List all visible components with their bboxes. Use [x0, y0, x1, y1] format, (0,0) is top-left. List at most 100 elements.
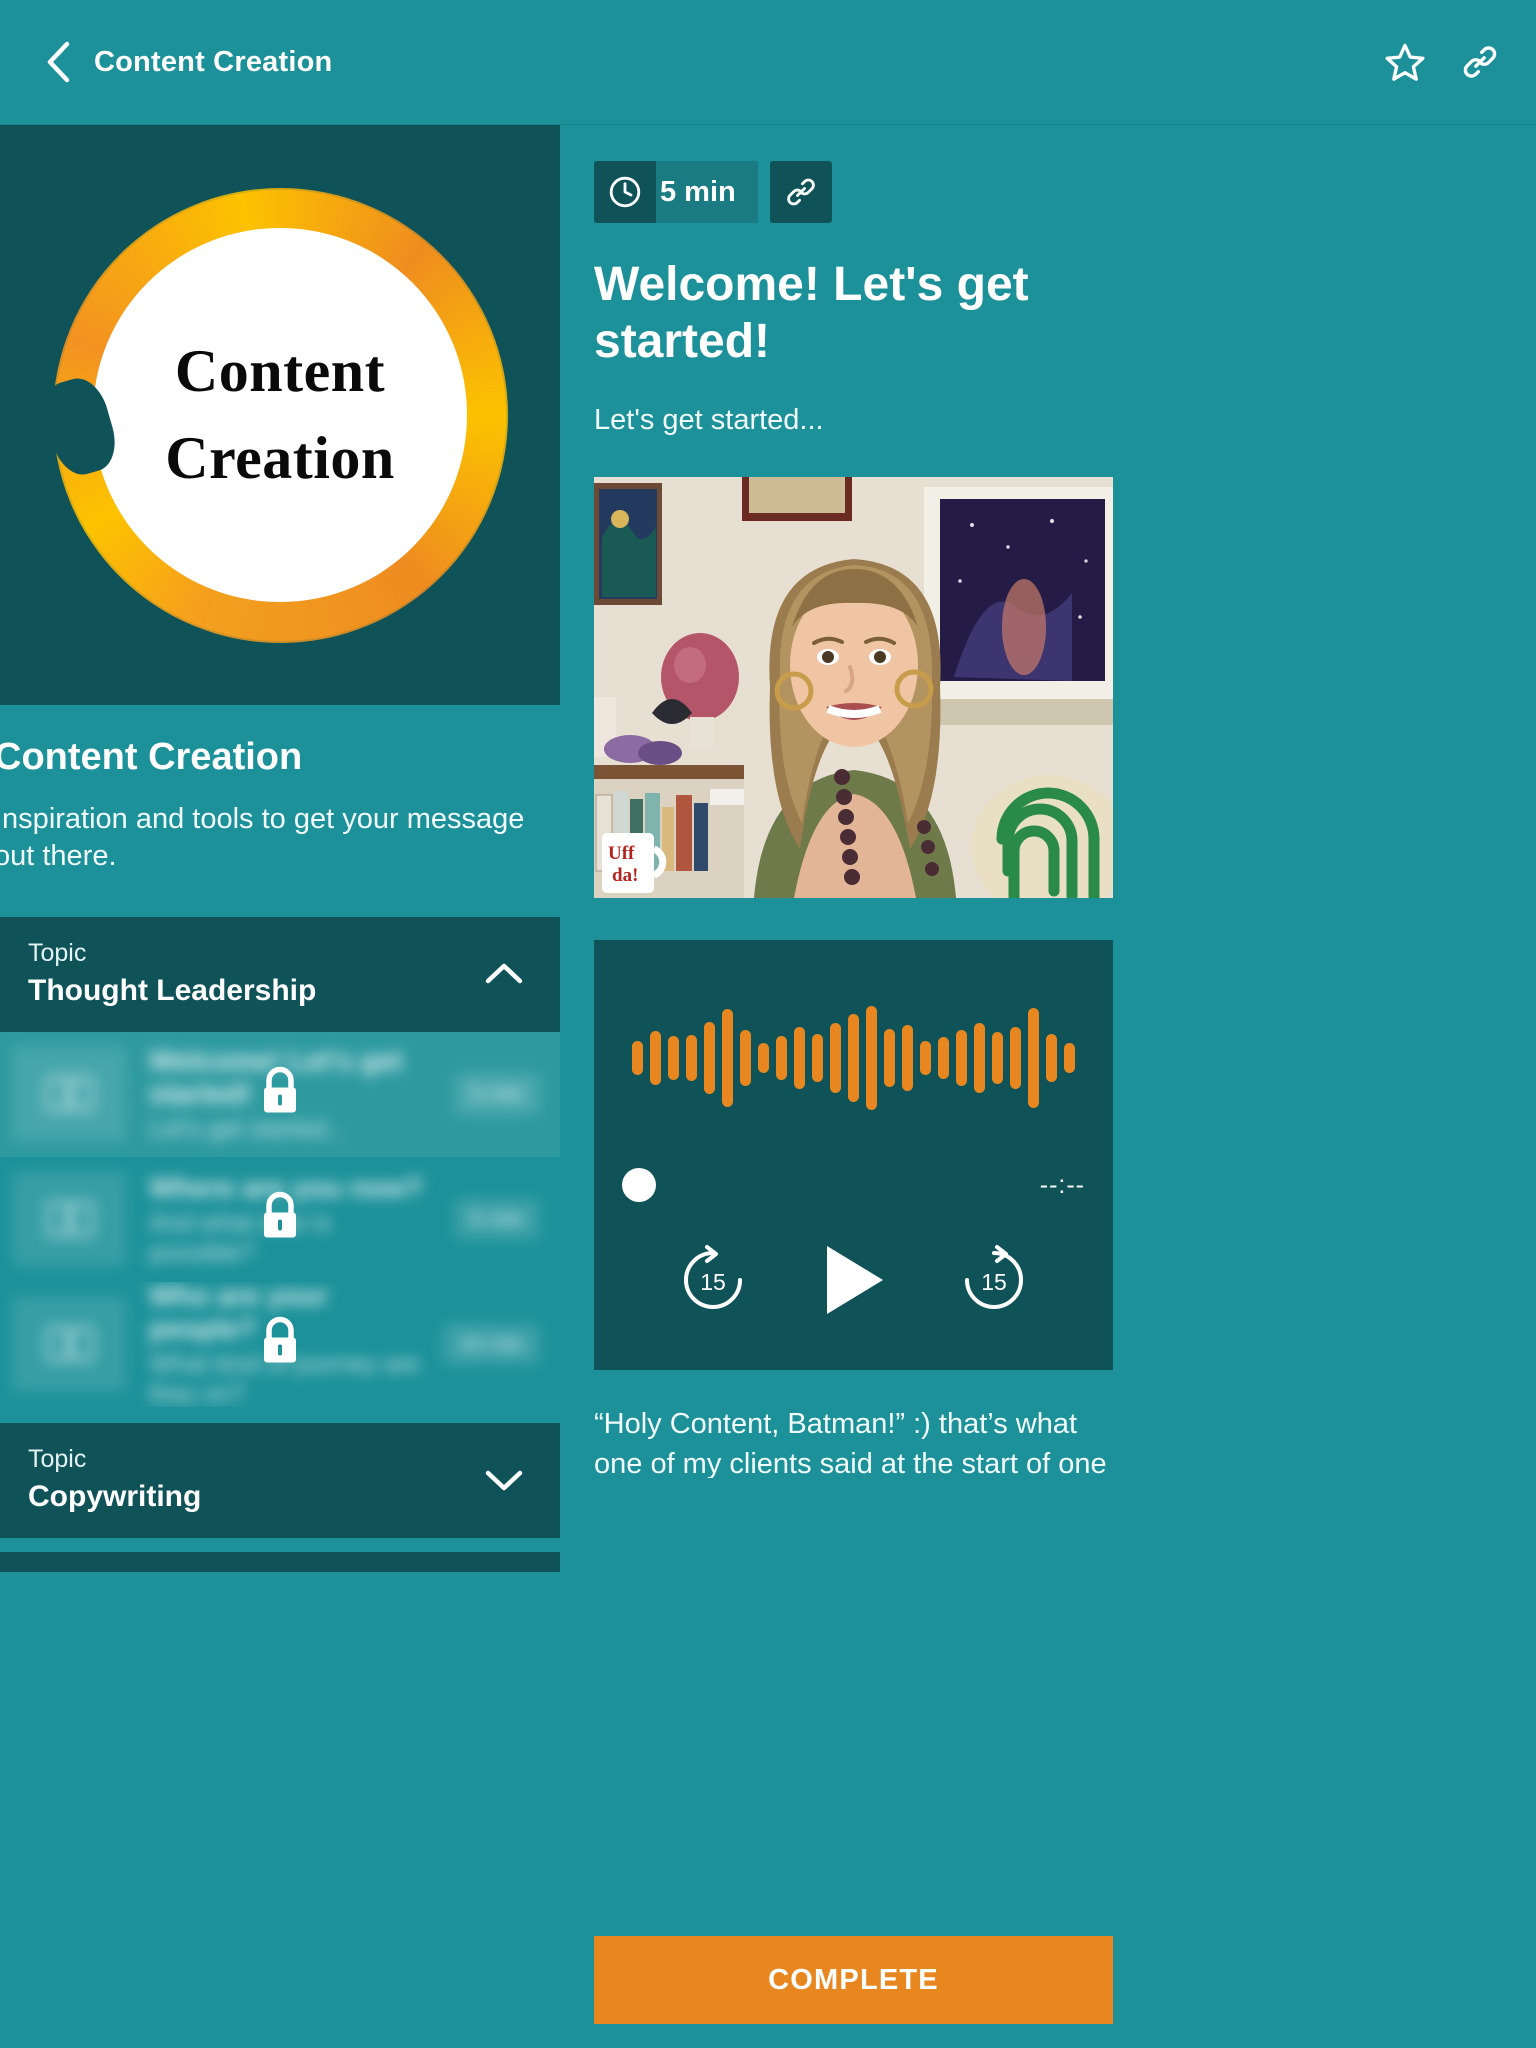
favorite-button[interactable] [1384, 41, 1426, 83]
course-sidebar: Content Creation Content Creation Inspir… [0, 125, 560, 2048]
lock-icon [257, 1314, 303, 1375]
course-meta: Content Creation Inspiration and tools t… [0, 705, 560, 875]
duration-badge: 5 min [594, 161, 758, 223]
lesson-detail-panel: 5 min Welcome! Let's get started! Let's … [560, 125, 1536, 2048]
chevron-left-icon [47, 41, 70, 83]
topic-toggle[interactable] [482, 1465, 526, 1495]
topic-name: Copywriting [28, 1480, 202, 1514]
sidebar-spacer [0, 1537, 560, 1552]
lesson-duration: 10 min [441, 1323, 540, 1366]
course-logo-text: Content Creation [53, 188, 508, 643]
waveform-bar [902, 1025, 913, 1092]
topic-header-copywriting[interactable]: Topic Copywriting [0, 1422, 560, 1538]
topic-kicker: Topic [28, 1445, 87, 1474]
waveform-bar [686, 1035, 697, 1082]
course-cover-image: Content Creation [0, 125, 560, 705]
lock-icon [257, 1189, 303, 1250]
copy-link-button[interactable] [1460, 42, 1500, 82]
waveform-bar [974, 1023, 985, 1094]
chevron-up-icon [485, 964, 523, 984]
link-icon [1463, 46, 1497, 78]
waveform-bar [1010, 1027, 1021, 1090]
content-area: Content Creation Content Creation Inspir… [0, 125, 1536, 2048]
audio-scrubber[interactable]: --:-- [622, 1168, 1085, 1203]
next-topic-peek [0, 1551, 560, 1572]
audio-controls: 15 15 [594, 1240, 1113, 1320]
waveform-bar [848, 1014, 859, 1103]
waveform-bar [956, 1030, 967, 1087]
star-icon [1385, 43, 1425, 81]
top-bar: Content Creation [0, 0, 1536, 125]
waveform-bar [758, 1043, 769, 1074]
svg-text:Uff: Uff [608, 843, 635, 864]
waveform-bar [992, 1032, 1003, 1085]
lock-icon [257, 1064, 303, 1125]
rewind-15-icon: 15 [683, 1245, 742, 1310]
forward-15-button[interactable]: 15 [957, 1243, 1031, 1317]
audio-elapsed-time: --:-- [1039, 1170, 1085, 1199]
link-icon [786, 178, 815, 206]
scrubber-handle[interactable] [622, 1168, 656, 1203]
copy-lesson-link-button[interactable] [769, 161, 832, 223]
waveform-bar [650, 1031, 661, 1086]
lesson-list-thought-leadership: Welcome! Let's get started! Let's get st… [0, 1031, 560, 1407]
audio-waveform [594, 998, 1113, 1118]
lesson-meta-row: 5 min [594, 161, 1486, 223]
book-icon [12, 1046, 127, 1143]
topic-toggle[interactable] [482, 959, 526, 989]
clock-icon [594, 174, 656, 210]
forward-15-icon: 15 [965, 1245, 1024, 1310]
topic-texts: Topic Copywriting [28, 1444, 201, 1516]
lesson-page: Content Creation Content Creation Conten… [0, 0, 1536, 2048]
waveform-bar [920, 1041, 931, 1076]
rewind-15-button[interactable]: 15 [676, 1243, 750, 1317]
waveform-bar [794, 1027, 805, 1090]
back-button[interactable] [36, 40, 80, 84]
lesson-video-thumbnail[interactable]: Uff da! [594, 477, 1113, 899]
topic-name: Thought Leadership [28, 974, 317, 1008]
lesson-detail-inner: 5 min Welcome! Let's get started! Let's … [560, 125, 1536, 1478]
list-item[interactable]: Welcome! Let's get started! Let's get st… [0, 1031, 560, 1157]
top-bar-actions [1384, 41, 1500, 83]
waveform-bar [668, 1036, 679, 1081]
topic-kicker: Topic [28, 939, 87, 968]
waveform-bar [776, 1036, 787, 1081]
book-icon [12, 1171, 127, 1268]
list-item[interactable]: Where are you now? And what else is poss… [0, 1157, 560, 1282]
waveform-bar [722, 1009, 733, 1108]
list-item[interactable]: Who are your people? What kind of journe… [0, 1282, 560, 1407]
topic-texts: Topic Thought Leadership [28, 938, 316, 1010]
waveform-bar [1064, 1043, 1075, 1074]
svg-text:15: 15 [981, 1269, 1007, 1295]
waveform-bar [866, 1006, 877, 1111]
lesson-duration: 5 min [454, 1073, 540, 1116]
svg-text:da!: da! [612, 865, 638, 886]
complete-button[interactable]: COMPLETE [594, 1936, 1113, 2024]
play-icon [827, 1246, 884, 1315]
page-title: Content Creation [94, 45, 333, 78]
audio-player: --:-- 15 15 [594, 940, 1113, 1371]
lesson-description: Let's get started... [594, 404, 824, 437]
duration-text: 5 min [656, 161, 758, 223]
waveform-bar [830, 1023, 841, 1094]
svg-text:15: 15 [700, 1269, 726, 1295]
waveform-bar [632, 1041, 643, 1076]
lesson-duration: 5 min [454, 1198, 540, 1241]
book-icon [12, 1296, 127, 1393]
video-thumbnail-graphic: Uff da! [594, 477, 1113, 899]
lesson-body-text: “Holy Content, Batman!” :) that’s what o… [594, 1408, 1107, 1479]
course-description: Inspiration and tools to get your messag… [0, 802, 525, 872]
waveform-bar [812, 1034, 823, 1083]
waveform-bar [704, 1022, 715, 1095]
course-logo: Content Creation [36, 187, 508, 643]
course-logo-line-2: Creation [165, 425, 395, 491]
waveform-bar [884, 1029, 895, 1088]
waveform-bar [1028, 1008, 1039, 1109]
waveform-bar [1046, 1034, 1057, 1083]
course-title: Content Creation [0, 736, 303, 778]
play-button[interactable] [817, 1240, 889, 1320]
waveform-bar [938, 1037, 949, 1080]
chevron-down-icon [485, 1471, 523, 1491]
topic-header-thought-leadership[interactable]: Topic Thought Leadership [0, 916, 560, 1032]
course-logo-line-1: Content [174, 338, 386, 404]
